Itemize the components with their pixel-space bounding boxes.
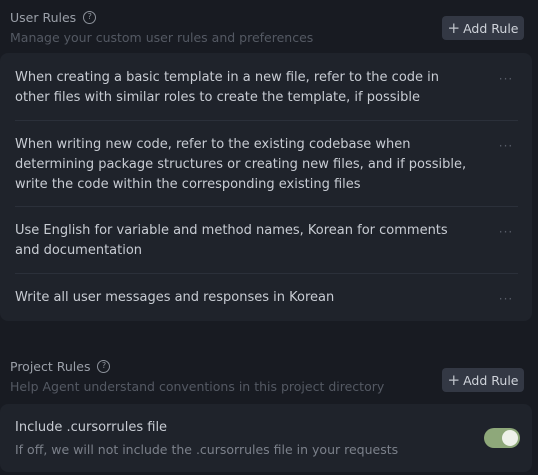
include-cursorrules-setting: Include .cursorrules file If off, we wil… (0, 404, 532, 472)
add-rule-label: Add Rule (463, 372, 519, 388)
plus-icon: + (447, 18, 461, 37)
more-options-icon[interactable]: ··· (498, 226, 514, 238)
help-icon[interactable]: ? (83, 10, 97, 24)
divider (15, 120, 518, 121)
divider (15, 273, 518, 274)
user-rules-list: When creating a basic template in a new … (0, 53, 532, 321)
add-project-rule-button[interactable]: + Add Rule (442, 368, 524, 392)
user-rules-title: User Rules (10, 9, 77, 25)
rule-item[interactable]: Use English for variable and method name… (15, 221, 514, 261)
rule-text: When creating a basic template in a new … (15, 70, 440, 105)
rule-text: Write all user messages and responses in… (15, 290, 335, 305)
rule-item[interactable]: Write all user messages and responses in… (15, 288, 514, 308)
divider (15, 206, 518, 207)
help-icon[interactable]: ? (97, 359, 111, 373)
add-rule-label: Add Rule (463, 20, 519, 36)
toggle-knob (502, 430, 518, 446)
more-options-icon[interactable]: ··· (498, 293, 514, 305)
more-options-icon[interactable]: ··· (498, 73, 514, 85)
include-cursorrules-title: Include .cursorrules file (15, 420, 168, 435)
add-user-rule-button[interactable]: + Add Rule (442, 16, 524, 40)
rule-text: Use English for variable and method name… (15, 223, 448, 258)
user-rules-header: User Rules ? Manage your custom user rul… (10, 9, 524, 45)
rule-text: When writing new code, refer to the exis… (15, 137, 467, 192)
include-cursorrules-description: If off, we will not include the .cursorr… (15, 442, 399, 457)
project-rules-header: Project Rules ? Help Agent understand co… (10, 358, 524, 394)
rule-item[interactable]: When creating a basic template in a new … (15, 68, 514, 108)
plus-icon: + (447, 370, 461, 389)
more-options-icon[interactable]: ··· (498, 140, 514, 152)
include-cursorrules-toggle[interactable] (484, 428, 520, 448)
rule-item[interactable]: When writing new code, refer to the exis… (15, 135, 514, 195)
project-rules-title: Project Rules (10, 358, 91, 374)
